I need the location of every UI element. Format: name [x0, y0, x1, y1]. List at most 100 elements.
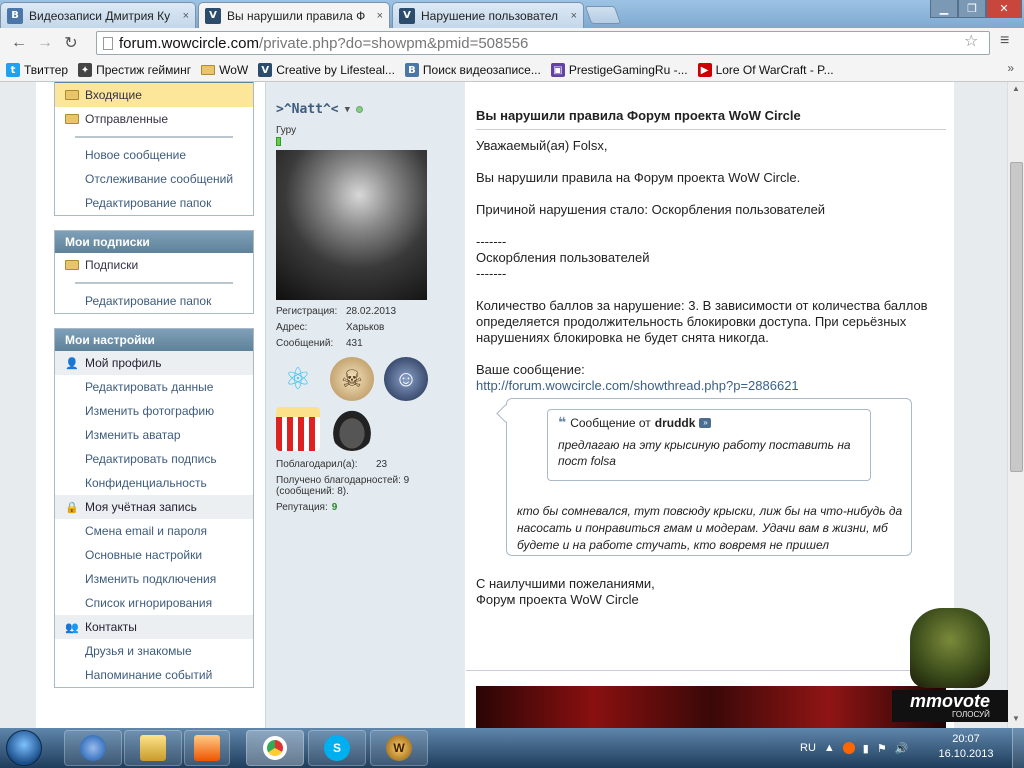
tray-app-icon[interactable]: [842, 742, 855, 754]
bookmarks-more-icon[interactable]: »: [1007, 61, 1014, 75]
forward-icon[interactable]: →: [34, 34, 56, 52]
quoted-post: ❝ Сообщение от druddk » предлагаю на эту…: [506, 398, 912, 556]
page-scrollbar[interactable]: ▲ ▼: [1007, 82, 1024, 728]
sidebar-item-general-settings[interactable]: Основные настройки: [55, 543, 253, 567]
flag-icon[interactable]: ⚑: [877, 742, 887, 755]
sidebar-item-sent[interactable]: Отправленные: [55, 107, 253, 131]
reload-icon[interactable]: ↻: [60, 33, 82, 53]
forum-content: Входящие Отправленные Новое сообщение От…: [36, 82, 954, 728]
vk-icon: B: [7, 7, 23, 24]
sidebar-item-edit-signature[interactable]: Редактировать подпись: [55, 447, 253, 471]
tab-title: Видеозаписи Дмитрия Ку: [29, 8, 171, 23]
taskbar-chrome[interactable]: [246, 730, 304, 766]
quote-author: druddk: [654, 415, 696, 430]
view-post-icon[interactable]: »: [699, 417, 712, 428]
sidebar-item-edit-folders[interactable]: Редактирование папок: [55, 191, 253, 215]
popcorn-award-icon[interactable]: [276, 407, 320, 451]
reputation-row: Репутация: 9: [276, 502, 338, 513]
sidebar-category-profile: 👤 Мой профиль: [55, 351, 253, 375]
mmovote-sub: ГОЛОСУЙ: [952, 710, 990, 719]
online-status-icon: [356, 106, 364, 113]
atom-award-icon[interactable]: ⚛: [276, 357, 320, 401]
quote-icon: ❝: [558, 414, 567, 430]
sidebar-item-label: Контакты: [85, 620, 137, 634]
police-award-icon[interactable]: ☺: [384, 357, 428, 401]
wow-icon: W: [386, 735, 412, 761]
bookmark-creative[interactable]: V Creative by Lifesteal...: [258, 62, 395, 77]
bookmark-wow-folder[interactable]: WoW: [201, 63, 248, 77]
network-icon[interactable]: ▮: [863, 742, 869, 755]
sender-username[interactable]: >^Natt^< ▼: [276, 102, 455, 117]
quote-header: ❝ Сообщение от druddk »: [558, 414, 860, 431]
sidebar-item-change-avatar[interactable]: Изменить аватар: [55, 423, 253, 447]
clock[interactable]: 20:07 16.10.2013: [936, 732, 996, 762]
close-icon[interactable]: ×: [183, 10, 189, 22]
close-window-button[interactable]: ✕: [986, 0, 1022, 18]
sidebar-item-connections[interactable]: Изменить подключения: [55, 567, 253, 591]
menu-icon[interactable]: ≡: [1000, 32, 1009, 50]
bookmark-vk-search[interactable]: B Поиск видеозаписе...: [404, 62, 541, 77]
sidebar-item-friends[interactable]: Друзья и знакомые: [55, 639, 253, 663]
tab-violation-notice[interactable]: V Вы нарушили правила Ф ×: [198, 2, 390, 28]
sidebar-item-edit-details[interactable]: Редактировать данные: [55, 375, 253, 399]
new-tab-button[interactable]: [584, 6, 622, 24]
bookmark-youtube[interactable]: ▶ Lore Of WarCraft - P...: [697, 62, 834, 77]
close-icon[interactable]: ×: [571, 10, 577, 22]
maximize-button[interactable]: ❐: [958, 0, 986, 18]
scroll-thumb[interactable]: [1010, 162, 1023, 472]
bookmark-prestige[interactable]: ✦ Престиж гейминг: [78, 62, 191, 77]
minimize-icon: ▁: [939, 3, 949, 15]
messages-block: Входящие Отправленные Новое сообщение От…: [54, 82, 254, 216]
tab-user-violation[interactable]: V Нарушение пользовател ×: [392, 2, 584, 28]
skull-award-icon[interactable]: ☠: [330, 357, 374, 401]
taskbar-media-player[interactable]: [184, 730, 230, 766]
bookmark-label: Поиск видеозаписе...: [422, 62, 541, 77]
tab-vk-videos[interactable]: B Видеозаписи Дмитрия Ку ×: [0, 2, 196, 28]
quote-text: предлагаю на эту крысиную работу постави…: [558, 438, 851, 468]
taskbar-wow[interactable]: W: [370, 730, 428, 766]
tray-expand-icon[interactable]: ▲: [824, 742, 835, 754]
sidebar-item-subscriptions[interactable]: Подписки: [55, 253, 253, 277]
bookmark-star-icon[interactable]: ☆: [964, 31, 978, 51]
language-indicator[interactable]: RU: [800, 742, 816, 754]
avatar[interactable]: [276, 150, 427, 300]
cowboy-hat-award-icon[interactable]: [330, 407, 374, 451]
show-desktop-button[interactable]: [1012, 728, 1024, 768]
sidebar-item-event-reminders[interactable]: Напоминание событий: [55, 663, 253, 687]
browser-toolbar: ← → ↻ forum.wowcircle.com/private.php?do…: [0, 28, 1024, 58]
bookmark-twitch[interactable]: ▣ PrestigeGamingRu -...: [550, 62, 688, 77]
mmovote-widget[interactable]: mmovote ГОЛОСУЙ: [892, 608, 1008, 728]
bookmark-label: PrestigeGamingRu -...: [568, 62, 688, 77]
bookmarks-bar: t Твиттер ✦ Престиж гейминг WoW V Creative …: [0, 58, 1024, 82]
back-icon[interactable]: ←: [8, 34, 30, 52]
start-button[interactable]: [6, 730, 42, 766]
sidebar-item-label: Отправленные: [85, 112, 169, 126]
sidebar-item-email-password[interactable]: Смена email и пароля: [55, 519, 253, 543]
restore-icon: ❐: [967, 3, 977, 15]
sidebar-item-change-photo[interactable]: Изменить фотографию: [55, 399, 253, 423]
taskbar-ie[interactable]: [64, 730, 122, 766]
sidebar-item-message-tracking[interactable]: Отслеживание сообщений: [55, 167, 253, 191]
taskbar-explorer[interactable]: [124, 730, 182, 766]
bookmark-twitter[interactable]: t Твиттер: [6, 62, 68, 77]
taskbar-skype[interactable]: S: [308, 730, 366, 766]
scroll-down-icon[interactable]: ▼: [1012, 714, 1020, 723]
banner-image[interactable]: [476, 686, 946, 728]
sidebar-item-inbox[interactable]: Входящие: [55, 83, 253, 107]
sidebar-item-privacy[interactable]: Конфиденциальность: [55, 471, 253, 495]
minimize-button[interactable]: ▁: [930, 0, 958, 18]
folder-icon: [201, 64, 216, 75]
sidebar-item-new-message[interactable]: Новое сообщение: [55, 143, 253, 167]
wowcircle-icon: V: [399, 7, 415, 24]
message-closing: С наилучшими пожеланиями,: [476, 576, 655, 591]
volume-icon[interactable]: 🔊: [895, 742, 909, 755]
sidebar-item-edit-folders[interactable]: Редактирование папок: [55, 289, 253, 313]
close-icon[interactable]: ×: [377, 10, 383, 22]
sidebar-item-ignore-list[interactable]: Список игнорирования: [55, 591, 253, 615]
scroll-up-icon[interactable]: ▲: [1012, 84, 1020, 93]
address-bar[interactable]: forum.wowcircle.com/private.php?do=showp…: [96, 31, 990, 55]
dropdown-icon[interactable]: ▼: [345, 105, 350, 115]
private-message: Вы нарушили правила Форум проекта WoW Ci…: [476, 82, 946, 607]
sender-info: >^Natt^< ▼ Гуру Регистрация: 28.02.2013 Ад…: [265, 82, 465, 728]
post-link[interactable]: http://forum.wowcircle.com/showthread.ph…: [476, 378, 946, 394]
